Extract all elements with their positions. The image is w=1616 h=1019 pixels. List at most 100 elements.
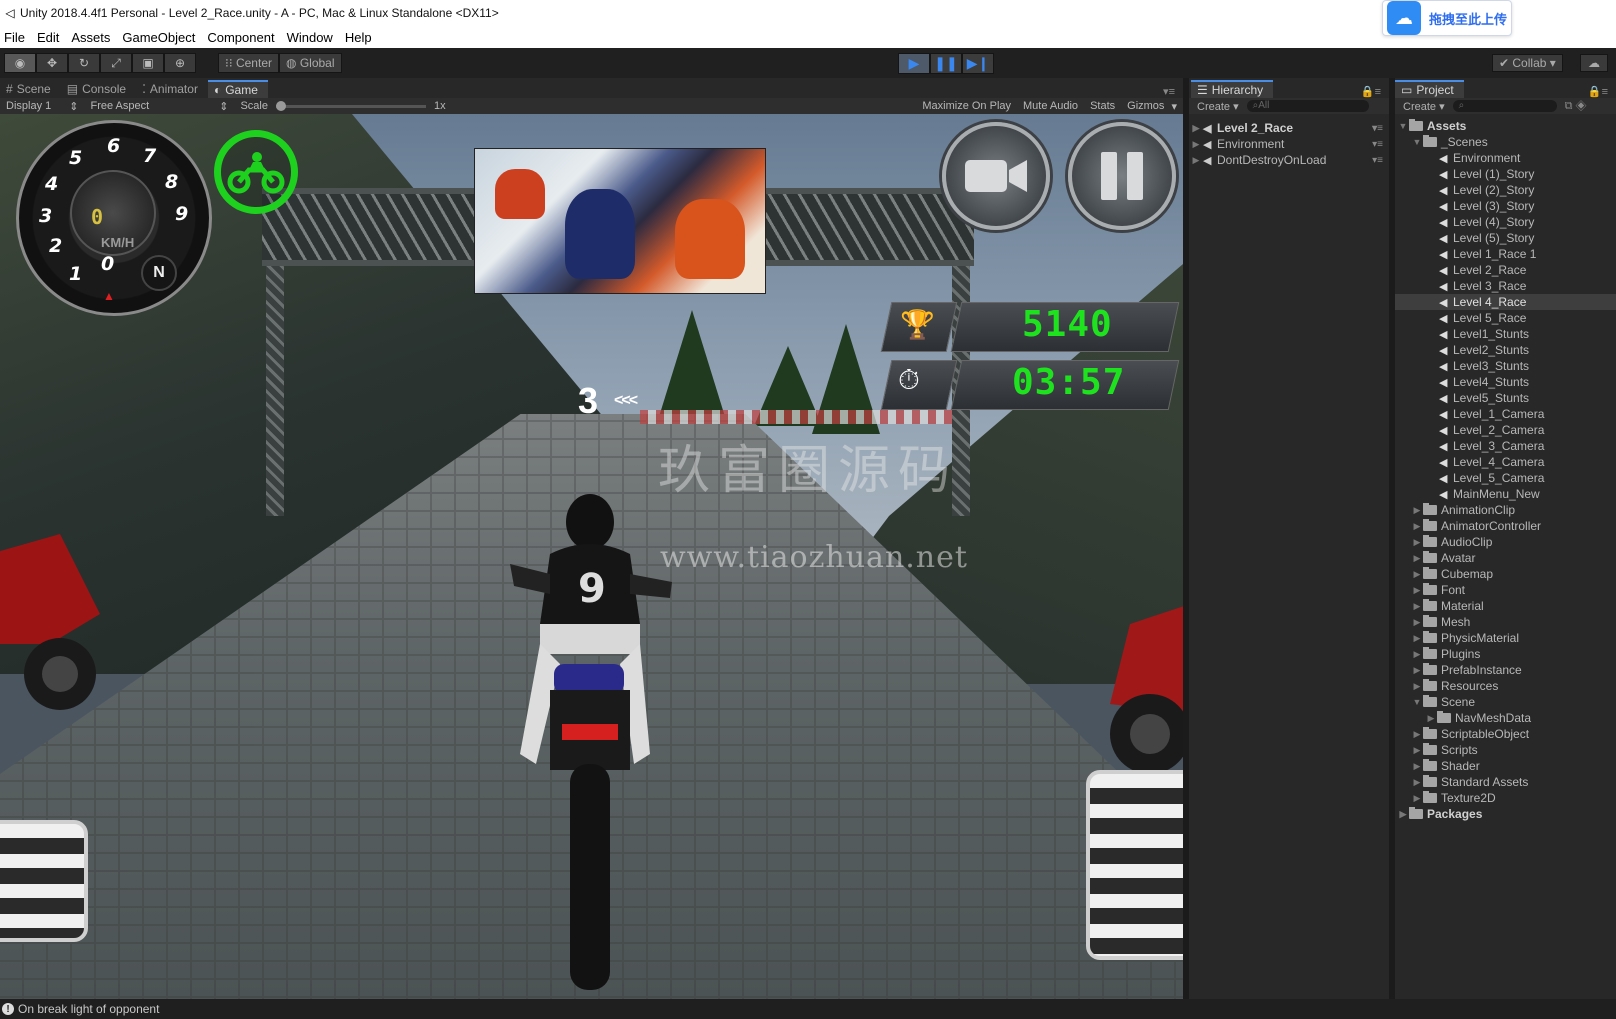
brake-pedal[interactable] xyxy=(0,820,88,942)
folder-item[interactable]: ▶ PrefabInstance xyxy=(1395,662,1616,678)
navmeshdata-folder[interactable]: ▶ NavMeshData xyxy=(1395,710,1616,726)
scene-asset-item[interactable]: ◀ Level (4)_Story xyxy=(1395,214,1616,230)
scene-asset-item[interactable]: ◀ MainMenu_New xyxy=(1395,486,1616,502)
expand-arrow-icon[interactable]: ▶ xyxy=(1411,761,1423,772)
scene-asset-item[interactable]: ◀ Level (2)_Story xyxy=(1395,182,1616,198)
stats-toggle[interactable]: Stats xyxy=(1084,100,1121,113)
hierarchy-item[interactable]: ▶ ◀ DontDestroyOnLoad ▾≡ xyxy=(1189,152,1389,168)
folder-item[interactable]: ▶ Standard Assets xyxy=(1395,774,1616,790)
bike-select-button[interactable] xyxy=(214,130,298,214)
folder-item[interactable]: ▶ Avatar xyxy=(1395,550,1616,566)
scene-asset-item[interactable]: ◀ Level_4_Camera xyxy=(1395,454,1616,470)
pause-game-button[interactable] xyxy=(1068,122,1176,230)
menu-component[interactable]: Component xyxy=(201,30,280,45)
folder-item[interactable]: ▶ Mesh xyxy=(1395,614,1616,630)
scene-asset-item[interactable]: ◀ Level (5)_Story xyxy=(1395,230,1616,246)
expand-arrow-icon[interactable]: ▶ xyxy=(1411,681,1423,692)
expand-arrow-icon[interactable]: ▶ xyxy=(1411,793,1423,804)
scene-asset-item[interactable]: ◀ Level_3_Camera xyxy=(1395,438,1616,454)
scale-slider[interactable] xyxy=(276,100,426,111)
expand-arrow-icon[interactable]: ▶ xyxy=(1411,569,1423,580)
project-search-input[interactable]: ⌕ xyxy=(1452,100,1557,112)
scene-asset-item[interactable]: ◀ Level (1)_Story xyxy=(1395,166,1616,182)
mute-audio-toggle[interactable]: Mute Audio xyxy=(1017,100,1084,113)
expand-arrow-icon[interactable]: ▶ xyxy=(1425,713,1437,724)
expand-arrow-icon[interactable]: ▶ xyxy=(1411,585,1423,596)
folder-item[interactable]: ▶ Font xyxy=(1395,582,1616,598)
menu-edit[interactable]: Edit xyxy=(31,30,65,45)
scene-asset-item[interactable]: ◀ Level 3_Race xyxy=(1395,278,1616,294)
expand-arrow-icon[interactable]: ▶ xyxy=(1189,155,1203,166)
options-icon[interactable]: ▾≡ xyxy=(1372,123,1383,134)
scene-asset-item[interactable]: ◀ Level4_Stunts xyxy=(1395,374,1616,390)
scene-asset-item[interactable]: ◀ Level2_Stunts xyxy=(1395,342,1616,358)
menu-gameobject[interactable]: GameObject xyxy=(116,30,201,45)
scene-asset-item[interactable]: ◀ Level_5_Camera xyxy=(1395,470,1616,486)
expand-arrow-icon[interactable]: ▶ xyxy=(1411,665,1423,676)
menu-assets[interactable]: Assets xyxy=(65,30,116,45)
scale-tool-icon[interactable]: ⤢ xyxy=(100,53,132,73)
folder-item[interactable]: ▶ Texture2D xyxy=(1395,790,1616,806)
folder-item[interactable]: ▶ PhysicMaterial xyxy=(1395,630,1616,646)
expand-arrow-icon[interactable]: ▶ xyxy=(1411,553,1423,564)
scene-asset-item[interactable]: ◀ Level (3)_Story xyxy=(1395,198,1616,214)
menu-help[interactable]: Help xyxy=(339,30,378,45)
folder-item[interactable]: ▶ Plugins xyxy=(1395,646,1616,662)
pause-button[interactable]: ❚❚ xyxy=(930,53,962,74)
game-viewport[interactable]: 0 1 2 3 4 5 6 7 8 9 0 KM/H N ▲ 🏆 5140 ⏱ … xyxy=(0,114,1183,999)
rotate-tool-icon[interactable]: ↻ xyxy=(68,53,100,73)
display-dropdown[interactable]: Display 1 ⇕ xyxy=(0,100,84,113)
expand-arrow-icon[interactable]: ▶ xyxy=(1411,537,1423,548)
play-button[interactable]: ▶ xyxy=(898,53,930,74)
expand-arrow-icon[interactable]: ▶ xyxy=(1411,505,1423,516)
step-button[interactable]: ▶❙ xyxy=(962,53,994,74)
expand-arrow-icon[interactable]: ▶ xyxy=(1411,745,1423,756)
scene-asset-item[interactable]: ◀ Environment xyxy=(1395,150,1616,166)
folder-item[interactable]: ▶ AudioClip xyxy=(1395,534,1616,550)
scene-asset-item[interactable]: ◀ Level1_Stunts xyxy=(1395,326,1616,342)
expand-arrow-icon[interactable]: ▼ xyxy=(1411,697,1423,707)
scene-asset-item[interactable]: ◀ Level 1_Race 1 xyxy=(1395,246,1616,262)
upload-drop-button[interactable]: ☁ 拖拽至此上传 xyxy=(1382,0,1512,36)
lock-icon[interactable]: 🔒≡ xyxy=(1361,85,1381,98)
hierarchy-scene-row[interactable]: ▶ ◀ Level 2_Race ▾≡ xyxy=(1189,120,1389,136)
move-tool-icon[interactable]: ✥ xyxy=(36,53,68,73)
rect-tool-icon[interactable]: ▣ xyxy=(132,53,164,73)
scene-asset-item[interactable]: ◀ Level 5_Race xyxy=(1395,310,1616,326)
filter-icon[interactable]: ⧉ ◈ xyxy=(1565,100,1587,113)
transform-tool-icon[interactable]: ⊕ xyxy=(164,53,196,73)
expand-arrow-icon[interactable]: ▶ xyxy=(1411,633,1423,644)
tab-animator[interactable]: ⁚ Animator xyxy=(136,80,208,98)
hierarchy-search-input[interactable]: ⌕All xyxy=(1246,100,1369,112)
scene-asset-item[interactable]: ◀ Level5_Stunts xyxy=(1395,390,1616,406)
camera-switch-button[interactable] xyxy=(942,122,1050,230)
expand-arrow-icon[interactable]: ▶ xyxy=(1189,139,1203,150)
expand-arrow-icon[interactable]: ▶ xyxy=(1397,809,1409,820)
hierarchy-item[interactable]: ▶ ◀ Environment ▾≡ xyxy=(1189,136,1389,152)
expand-arrow-icon[interactable]: ▶ xyxy=(1411,649,1423,660)
folder-item[interactable]: ▶ AnimatorController xyxy=(1395,518,1616,534)
scene-asset-item[interactable]: ◀ Level3_Stunts xyxy=(1395,358,1616,374)
maximize-on-play-toggle[interactable]: Maximize On Play xyxy=(916,100,1017,113)
tab-project[interactable]: ▭ Project xyxy=(1395,80,1464,98)
menu-window[interactable]: Window xyxy=(281,30,339,45)
project-create-button[interactable]: Create ▾ xyxy=(1395,100,1453,113)
collab-button[interactable]: ✔ Collab ▾ xyxy=(1492,54,1563,72)
scenes-folder[interactable]: ▼ _Scenes xyxy=(1395,134,1616,150)
scene-folder[interactable]: ▼ Scene xyxy=(1395,694,1616,710)
scene-asset-item[interactable]: ◀ Level 4_Race xyxy=(1395,294,1616,310)
folder-item[interactable]: ▶ AnimationClip xyxy=(1395,502,1616,518)
scene-asset-item[interactable]: ◀ Level 2_Race xyxy=(1395,262,1616,278)
folder-item[interactable]: ▶ ScriptableObject xyxy=(1395,726,1616,742)
folder-item[interactable]: ▶ Material xyxy=(1395,598,1616,614)
view-tool-icon[interactable]: ◉ xyxy=(4,53,36,73)
tab-console[interactable]: ▤ Console xyxy=(61,80,136,98)
expand-arrow-icon[interactable]: ▼ xyxy=(1397,121,1409,131)
folder-item[interactable]: ▶ Cubemap xyxy=(1395,566,1616,582)
cloud-icon[interactable]: ☁ xyxy=(1580,54,1608,72)
expand-arrow-icon[interactable]: ▶ xyxy=(1411,521,1423,532)
scene-asset-item[interactable]: ◀ Level_2_Camera xyxy=(1395,422,1616,438)
accelerator-pedal[interactable] xyxy=(1086,770,1183,960)
assets-root[interactable]: ▼ Assets xyxy=(1395,118,1616,134)
folder-item[interactable]: ▶ Resources xyxy=(1395,678,1616,694)
